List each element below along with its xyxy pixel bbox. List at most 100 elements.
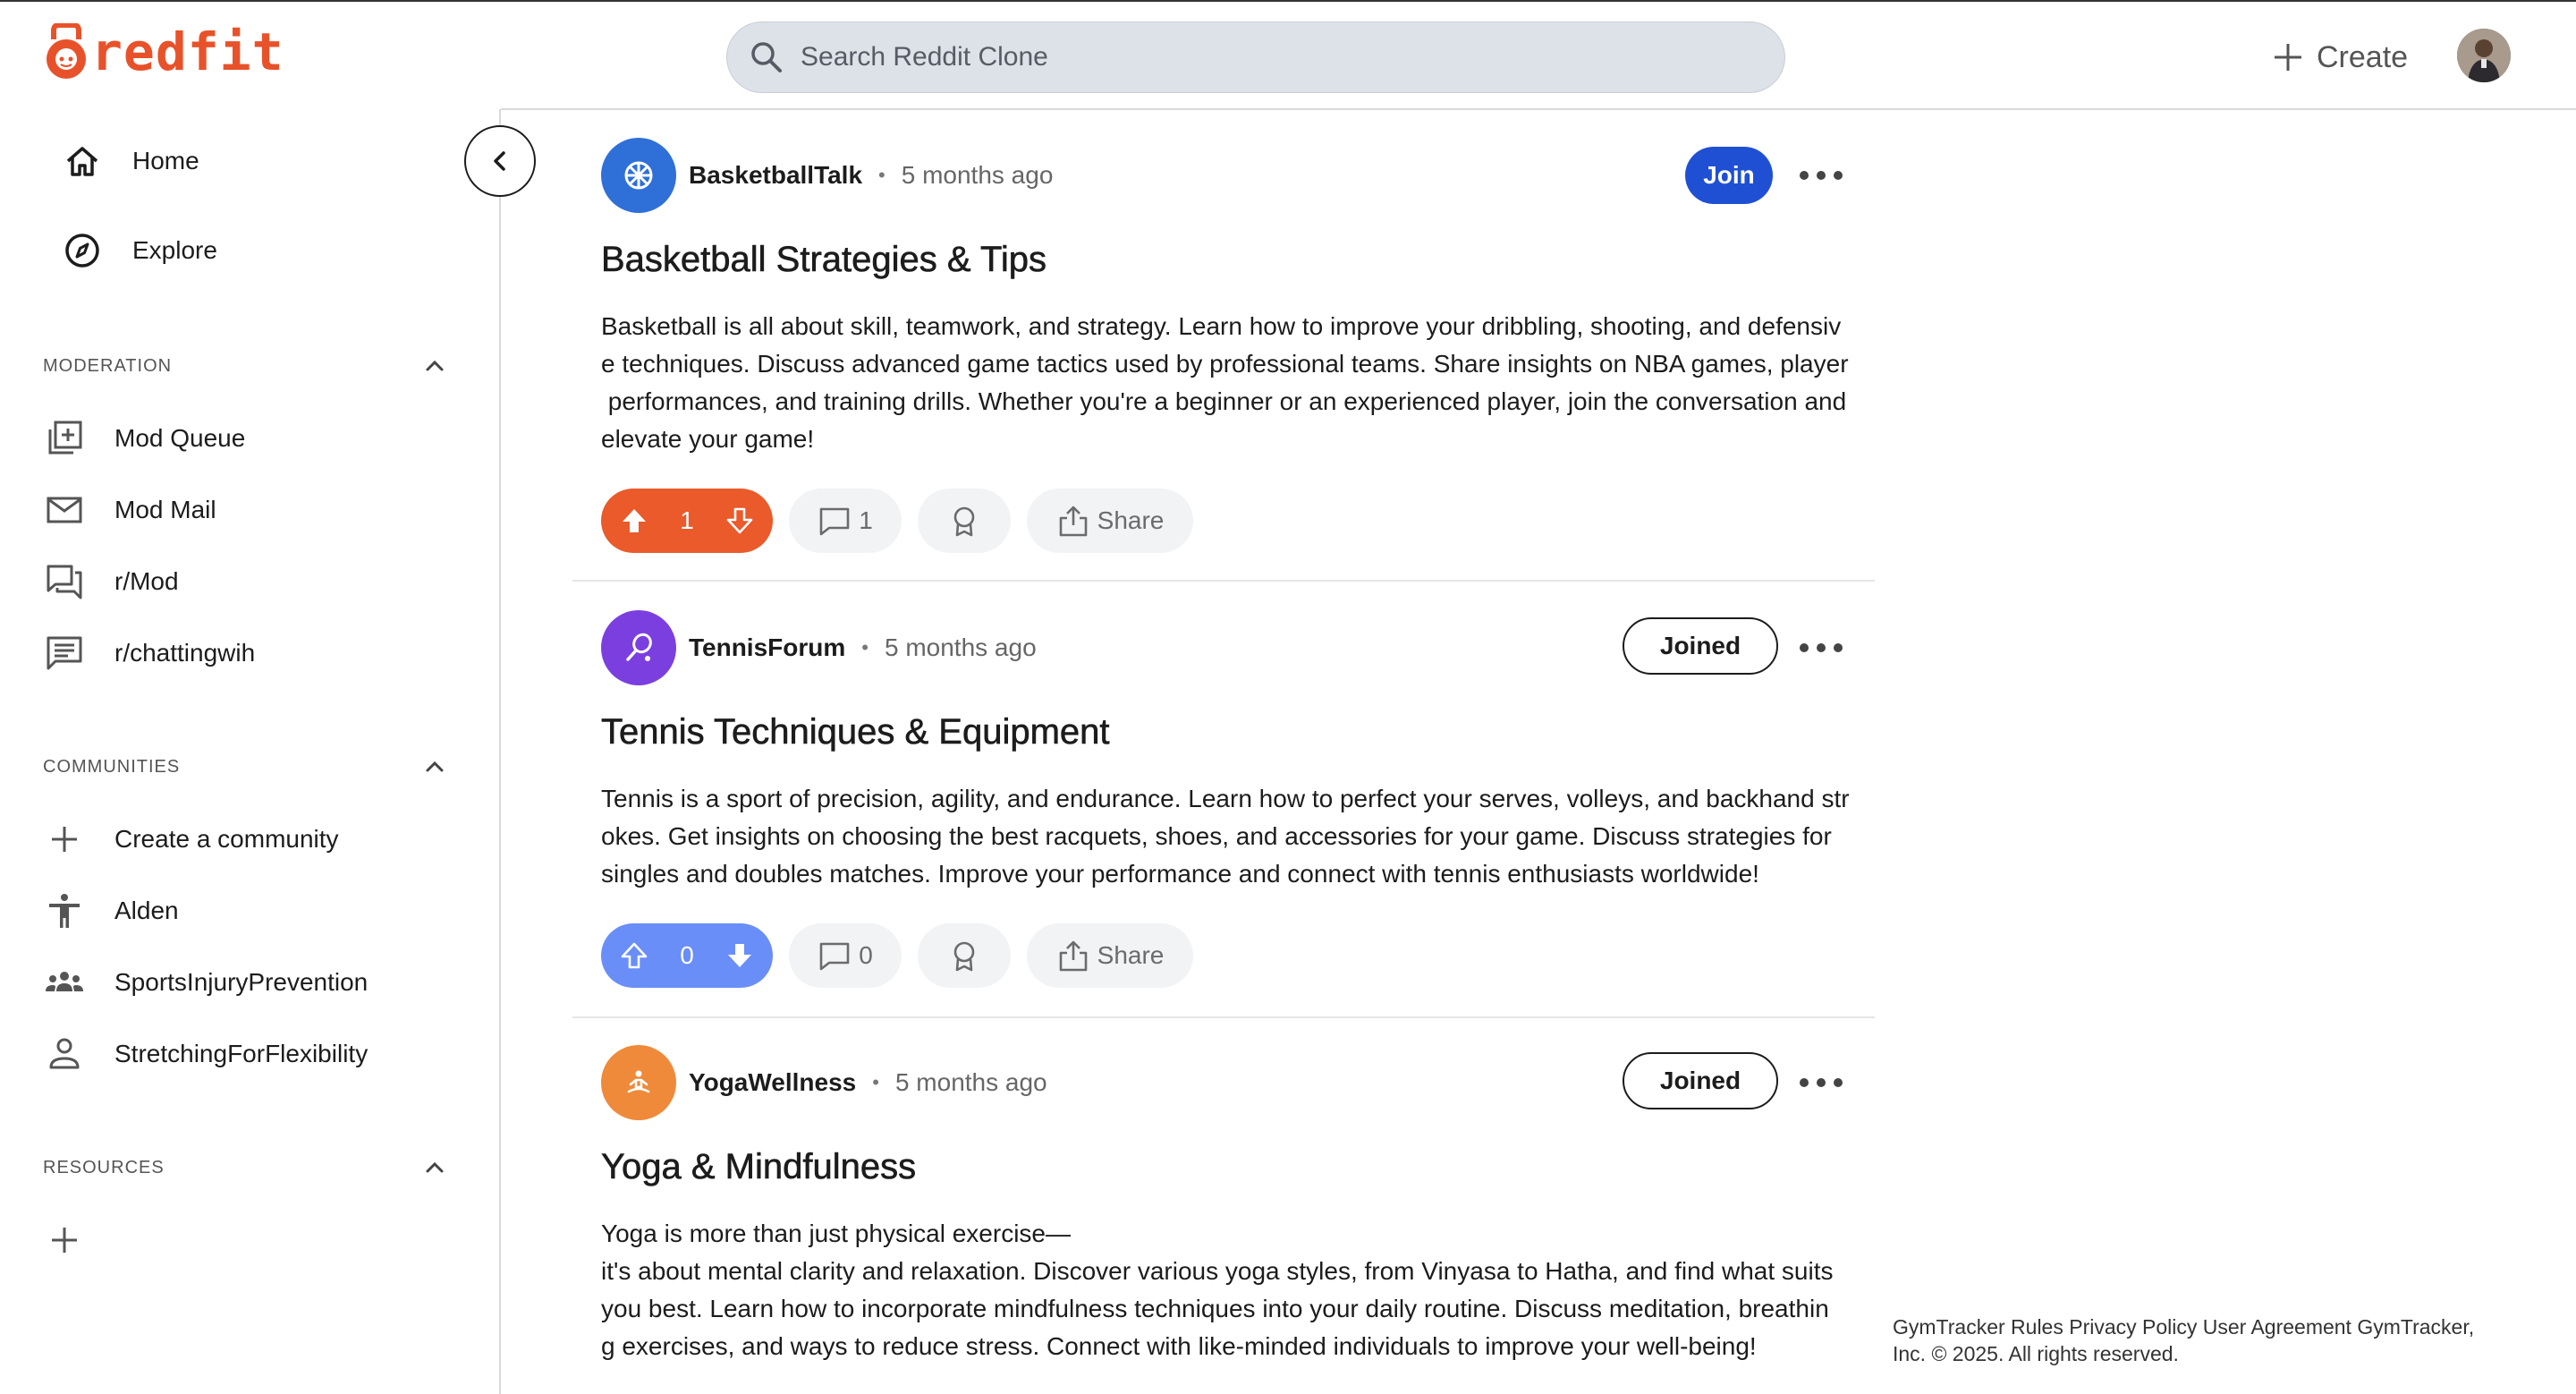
post-title[interactable]: Basketball Strategies & Tips — [601, 240, 1047, 280]
sidebar-item-label: Alden — [114, 897, 179, 924]
sidebar-item-label: Mod Queue — [114, 424, 246, 452]
mod-queue-icon — [48, 421, 82, 455]
post-time: 5 months ago — [901, 161, 1054, 189]
subreddit-name[interactable]: BasketballTalk — [689, 161, 862, 190]
basketball-icon — [624, 161, 653, 190]
sidebar-item-mod-queue[interactable]: Mod Queue — [43, 417, 245, 460]
subreddit-name[interactable]: TennisForum — [689, 633, 845, 662]
award-button[interactable] — [918, 923, 1011, 988]
share-button[interactable]: Share — [1027, 489, 1193, 553]
plus-icon — [52, 827, 77, 852]
sidebar-item-label: r/chattingwih — [114, 639, 256, 667]
home-icon — [66, 147, 98, 176]
post-header: TennisForum • 5 months ago — [601, 610, 1037, 685]
post-body: Yoga is more than just physical exercise… — [601, 1220, 1834, 1360]
separator-dot: • — [872, 1071, 879, 1093]
vote-count: 1 — [680, 506, 694, 534]
search-input[interactable] — [801, 42, 1695, 72]
plus-icon — [52, 1228, 77, 1253]
mail-icon — [47, 497, 82, 523]
vote-widget: 1 — [601, 489, 773, 553]
subreddit-avatar[interactable] — [601, 138, 676, 213]
subreddit-avatar[interactable] — [601, 1045, 676, 1120]
chevron-up-icon — [426, 1161, 444, 1173]
joined-button[interactable]: Joined — [1623, 617, 1778, 675]
nav-explore-label: Explore — [132, 236, 217, 264]
top-header: redfit Create — [0, 2, 2576, 109]
post-divider — [572, 580, 1875, 582]
meditation-icon — [627, 1070, 650, 1093]
resources-title: RESOURCES — [43, 1157, 165, 1177]
user-avatar[interactable] — [2457, 29, 2511, 82]
more-options-icon[interactable] — [1800, 1074, 1843, 1092]
person-arms-icon — [49, 894, 80, 928]
upvote-icon[interactable] — [619, 940, 649, 971]
subreddit-avatar[interactable] — [601, 610, 676, 685]
sidebar-item-label: Mod Mail — [114, 496, 216, 523]
sidebar-item-r-mod[interactable]: r/Mod — [43, 560, 179, 603]
nav-home-label: Home — [132, 147, 199, 174]
post-title[interactable]: Yoga & Mindfulness — [601, 1147, 917, 1187]
nav-explore[interactable]: Explore — [63, 231, 217, 270]
post-divider — [572, 1016, 1875, 1018]
post-title[interactable]: Tennis Techniques & Equipment — [601, 712, 1110, 752]
award-icon — [953, 941, 975, 972]
award-button[interactable] — [918, 489, 1011, 553]
comments-button[interactable]: 1 — [789, 489, 902, 553]
post-actions: 1 1 Share — [601, 489, 1193, 553]
forum-icon — [47, 565, 82, 599]
logo-text: redfit — [91, 21, 284, 82]
search-bar[interactable] — [726, 21, 1785, 93]
resources-section-header[interactable]: RESOURCES — [43, 1155, 447, 1180]
collapse-sidebar-button[interactable] — [464, 125, 536, 197]
plus-icon — [2275, 44, 2301, 71]
post-body: Basketball is all about skill, teamwork,… — [601, 312, 1849, 453]
separator-dot: • — [861, 636, 869, 659]
joined-button[interactable]: Joined — [1623, 1052, 1778, 1109]
downvote-icon[interactable] — [724, 506, 755, 536]
search-icon — [751, 42, 782, 72]
sidebar-item-r-chattingwih[interactable]: r/chattingwih — [43, 632, 255, 675]
sidebar-item-label: StretchingForFlexibility — [114, 1040, 369, 1067]
more-options-icon[interactable] — [1800, 639, 1843, 657]
share-icon — [1059, 940, 1087, 972]
sidebar-item-label: Create a community — [114, 825, 339, 853]
downvote-filled-icon[interactable] — [724, 940, 755, 971]
post-card: TennisForum • 5 months ago Joined Tennis… — [572, 610, 1875, 1016]
communities-section-header[interactable]: COMMUNITIES — [43, 754, 447, 779]
sidebar-item-sports-injury-prevention[interactable]: SportsInjuryPrevention — [43, 961, 368, 1004]
site-footer: GymTracker Rules Privacy Policy User Agr… — [1893, 1315, 2475, 1365]
moderation-section-header[interactable]: MODERATION — [43, 353, 447, 378]
post-time: 5 months ago — [884, 633, 1037, 661]
left-sidebar — [0, 109, 501, 1394]
vote-widget: 0 — [601, 923, 773, 988]
comments-button[interactable]: 0 — [789, 923, 902, 988]
sidebar-item-mod-mail[interactable]: Mod Mail — [43, 489, 216, 531]
comment-count: 0 — [859, 941, 873, 969]
sidebar-item-create-community[interactable]: Create a community — [43, 818, 339, 861]
post-header: BasketballTalk • 5 months ago — [601, 138, 1053, 213]
chevron-up-icon — [426, 761, 444, 772]
post-card: BasketballTalk • 5 months ago Join Baske… — [572, 138, 1875, 580]
create-button[interactable]: Create — [2272, 29, 2408, 86]
logo[interactable]: redfit — [41, 21, 284, 82]
nav-home[interactable]: Home — [63, 141, 199, 181]
comment-icon — [819, 942, 850, 971]
sidebar-item-alden[interactable]: Alden — [43, 889, 179, 932]
more-options-icon[interactable] — [1800, 166, 1843, 184]
upvote-filled-icon[interactable] — [619, 506, 649, 536]
sidebar-item-label: r/Mod — [114, 567, 179, 595]
chevron-left-icon — [494, 151, 505, 171]
post-header: YogaWellness • 5 months ago — [601, 1045, 1047, 1120]
share-button[interactable]: Share — [1027, 923, 1193, 988]
create-label: Create — [2317, 39, 2409, 74]
sidebar-item-stretching-for-flexibility[interactable]: StretchingForFlexibility — [43, 1033, 368, 1075]
join-button[interactable]: Join — [1685, 147, 1773, 204]
vote-count: 0 — [680, 941, 694, 969]
sidebar-item-add-resource[interactable] — [43, 1219, 114, 1262]
share-label: Share — [1097, 506, 1165, 534]
subreddit-name[interactable]: YogaWellness — [689, 1068, 856, 1097]
avatar-photo-icon — [2457, 29, 2511, 82]
moderation-title: MODERATION — [43, 355, 173, 376]
compass-icon — [65, 234, 99, 268]
